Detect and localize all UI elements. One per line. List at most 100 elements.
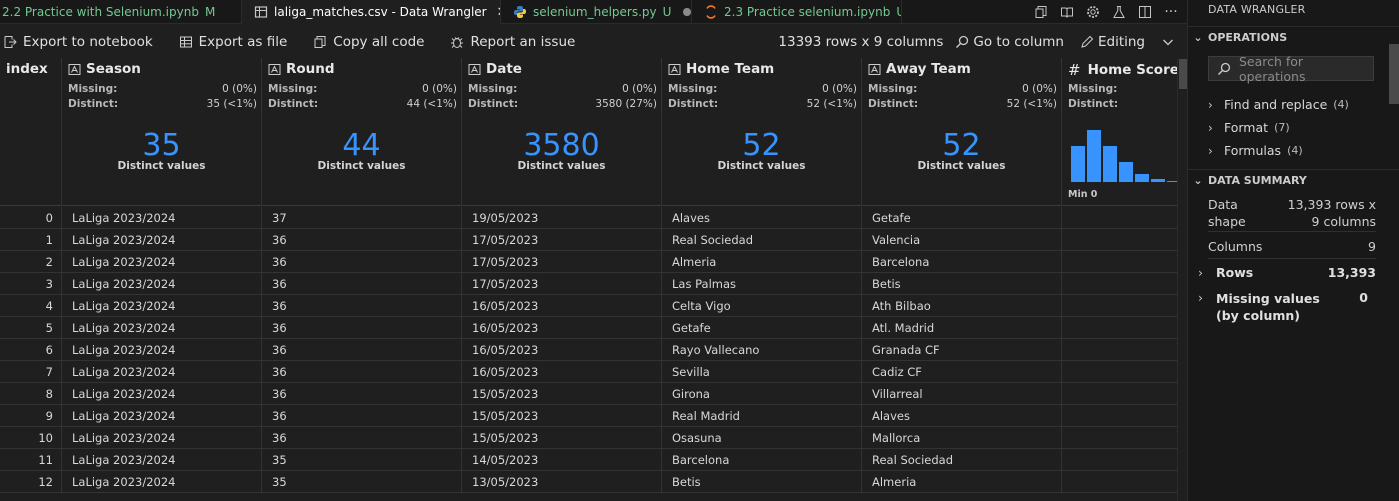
operation-formulas[interactable]: › Formulas (4) (1208, 143, 1303, 158)
cell-home-score[interactable] (1061, 405, 1177, 427)
cell-date[interactable]: 13/05/2023 (461, 471, 661, 493)
cell-round[interactable]: 36 (261, 405, 461, 427)
cell-season[interactable]: LaLiga 2023/2024 (61, 405, 261, 427)
cell-index[interactable]: 10 (0, 427, 61, 449)
cell-round[interactable]: 35 (261, 471, 461, 493)
cell-home-score[interactable] (1061, 251, 1177, 273)
table-row[interactable]: 0 LaLiga 2023/2024 37 19/05/2023 Alaves Getaf… (0, 207, 1177, 229)
cell-home-team[interactable]: Barcelona (661, 449, 861, 471)
cell-index[interactable]: 5 (0, 317, 61, 339)
cell-date[interactable]: 17/05/2023 (461, 273, 661, 295)
cell-index[interactable]: 4 (0, 295, 61, 317)
cell-season[interactable]: LaLiga 2023/2024 (61, 317, 261, 339)
cell-season[interactable]: LaLiga 2023/2024 (61, 295, 261, 317)
cell-season[interactable]: LaLiga 2023/2024 (61, 273, 261, 295)
go-to-column-button[interactable]: Go to column (955, 34, 1064, 50)
report-issue-button[interactable]: Report an issue (450, 34, 575, 50)
cell-home-team[interactable]: Girona (661, 383, 861, 405)
cell-home-team[interactable]: Almeria (661, 251, 861, 273)
cell-index[interactable]: 9 (0, 405, 61, 427)
cell-home-team[interactable]: Las Palmas (661, 273, 861, 295)
column-header-home-score[interactable]: # Home Score Missing: Distinct: Min 0 (1061, 58, 1177, 206)
cell-round[interactable]: 36 (261, 361, 461, 383)
cell-index[interactable]: 2 (0, 251, 61, 273)
tab-laliga-data-wrangler[interactable]: laliga_matches.csv - Data Wrangler ✕ (242, 0, 501, 24)
cell-round[interactable]: 36 (261, 229, 461, 251)
table-row[interactable]: 1 LaLiga 2023/2024 36 17/05/2023 Real Socied… (0, 229, 1177, 251)
export-as-file-button[interactable]: Export as file (179, 34, 287, 50)
cell-home-team[interactable]: Real Madrid (661, 405, 861, 427)
cell-season[interactable]: LaLiga 2023/2024 (61, 207, 261, 229)
column-header-index[interactable]: index (0, 58, 61, 206)
cell-index[interactable]: 1 (0, 229, 61, 251)
operation-format[interactable]: › Format (7) (1208, 120, 1290, 135)
cell-date[interactable]: 16/05/2023 (461, 317, 661, 339)
cell-date[interactable]: 16/05/2023 (461, 295, 661, 317)
cell-date[interactable]: 15/05/2023 (461, 427, 661, 449)
cell-home-team[interactable]: Alaves (661, 207, 861, 229)
operations-section-header[interactable]: ⌄ OPERATIONS (1188, 26, 1399, 48)
cell-away-team[interactable]: Atl. Madrid (861, 317, 1061, 339)
table-row[interactable]: 7 LaLiga 2023/2024 36 16/05/2023 Sevilla Cadi… (0, 361, 1177, 383)
tab-practice-selenium-2-2[interactable]: 2.2 Practice with Selenium.ipynb M (0, 0, 242, 24)
cell-home-team[interactable]: Celta Vigo (661, 295, 861, 317)
cell-index[interactable]: 11 (0, 449, 61, 471)
summary-rows[interactable]: › Rows 13,393 (1198, 265, 1376, 285)
column-header-season[interactable]: Season Missing: 0 (0%) Distinct: 35 (<1%) … (61, 58, 261, 206)
cell-date[interactable]: 15/05/2023 (461, 405, 661, 427)
cell-index[interactable]: 6 (0, 339, 61, 361)
scrollbar-thumb[interactable] (1179, 59, 1187, 89)
cell-season[interactable]: LaLiga 2023/2024 (61, 251, 261, 273)
cell-away-team[interactable]: Barcelona (861, 251, 1061, 273)
operations-search-input[interactable]: Search for operations (1208, 54, 1374, 84)
cell-index[interactable]: 8 (0, 383, 61, 405)
cell-home-team[interactable]: Sevilla (661, 361, 861, 383)
cell-home-team[interactable]: Osasuna (661, 427, 861, 449)
cell-home-score[interactable] (1061, 229, 1177, 251)
panel-scrollbar-thumb[interactable] (1389, 44, 1399, 104)
cell-round[interactable]: 37 (261, 207, 461, 229)
cell-date[interactable]: 15/05/2023 (461, 383, 661, 405)
cell-season[interactable]: LaLiga 2023/2024 (61, 471, 261, 493)
column-header-date[interactable]: Date Missing: 0 (0%) Distinct: 3580 (27%) … (461, 58, 661, 206)
copy-all-code-button[interactable]: Copy all code (313, 34, 424, 50)
cell-home-score[interactable] (1061, 427, 1177, 449)
tab-selenium-helpers[interactable]: selenium_helpers.py U (501, 0, 692, 24)
cell-index[interactable]: 12 (0, 471, 61, 493)
table-row[interactable]: 11 LaLiga 2023/2024 35 14/05/2023 Barcelona R… (0, 449, 1177, 471)
cell-home-score[interactable] (1061, 207, 1177, 229)
book-icon[interactable] (1059, 4, 1075, 20)
editing-mode-button[interactable]: Editing (1080, 34, 1145, 50)
cell-round[interactable]: 35 (261, 449, 461, 471)
grid-vertical-scrollbar[interactable] (1177, 58, 1187, 501)
cell-home-team[interactable]: Rayo Vallecano (661, 339, 861, 361)
summary-missing-values[interactable]: › Missing values (by column) 0 (1198, 290, 1376, 326)
cell-round[interactable]: 36 (261, 339, 461, 361)
cell-round[interactable]: 36 (261, 427, 461, 449)
cell-away-team[interactable]: Villarreal (861, 383, 1061, 405)
cell-away-team[interactable]: Almeria (861, 471, 1061, 493)
cell-home-team[interactable]: Real Sociedad (661, 229, 861, 251)
cell-home-score[interactable] (1061, 383, 1177, 405)
cell-away-team[interactable]: Cadiz CF (861, 361, 1061, 383)
chevron-down-icon[interactable] (1161, 35, 1179, 49)
cell-season[interactable]: LaLiga 2023/2024 (61, 427, 261, 449)
cell-round[interactable]: 36 (261, 295, 461, 317)
table-row[interactable]: 8 LaLiga 2023/2024 36 15/05/2023 Girona Villa… (0, 383, 1177, 405)
cell-round[interactable]: 36 (261, 383, 461, 405)
cell-date[interactable]: 14/05/2023 (461, 449, 661, 471)
table-row[interactable]: 6 LaLiga 2023/2024 36 16/05/2023 Rayo Vallec… (0, 339, 1177, 361)
copy-icon[interactable] (1033, 4, 1049, 20)
cell-away-team[interactable]: Ath Bilbao (861, 295, 1061, 317)
tab-practice-selenium-2-3[interactable]: 2.3 Practice selenium.ipynb U (692, 0, 902, 24)
cell-home-score[interactable] (1061, 339, 1177, 361)
cell-home-score[interactable] (1061, 471, 1177, 493)
table-row[interactable]: 12 LaLiga 2023/2024 35 13/05/2023 Betis Almer… (0, 471, 1177, 493)
column-header-home-team[interactable]: Home Team Missing: 0 (0%) Distinct: 52 (<1… (661, 58, 861, 206)
cell-index[interactable]: 7 (0, 361, 61, 383)
column-header-away-team[interactable]: Away Team Missing: 0 (0%) Distinct: 52 (<1… (861, 58, 1061, 206)
cell-home-score[interactable] (1061, 361, 1177, 383)
cell-away-team[interactable]: Betis (861, 273, 1061, 295)
cell-away-team[interactable]: Valencia (861, 229, 1061, 251)
column-header-round[interactable]: Round Missing: 0 (0%) Distinct: 44 (<1%) 4… (261, 58, 461, 206)
